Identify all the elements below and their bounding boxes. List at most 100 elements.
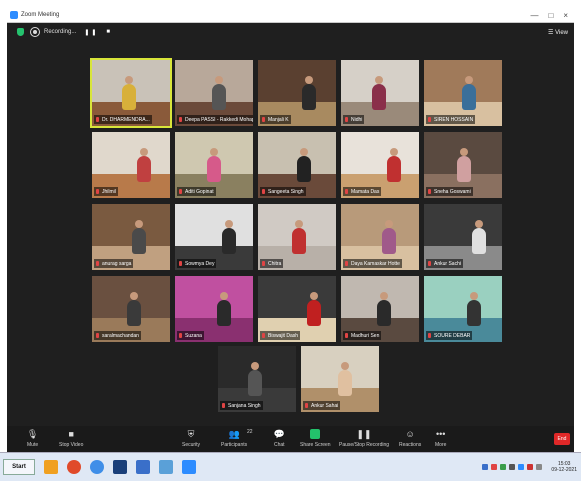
name-plate: Deepa PASSI - Rakkedi Mohap...	[177, 115, 253, 124]
participant-head	[470, 292, 478, 300]
mute-button[interactable]: 🎙 Mute	[27, 429, 38, 449]
participant-tile[interactable]: saralmachandan	[92, 276, 170, 342]
muted-mic-icon	[428, 333, 431, 338]
participant-tile[interactable]: SIREN HOSSAIN	[424, 60, 502, 126]
participant-tile[interactable]: Chitra	[258, 204, 336, 270]
zoom-app-icon	[10, 11, 18, 19]
minimize-button[interactable]: —	[530, 11, 538, 20]
stop-video-button[interactable]: ■ Stop Video	[59, 429, 83, 448]
chat-button[interactable]: 💬 Chat	[273, 428, 285, 449]
participant-figure	[382, 228, 396, 254]
tray-icon[interactable]	[482, 464, 489, 470]
participant-name: saralmachandan	[102, 332, 139, 339]
tray-icon[interactable]	[491, 464, 498, 470]
chrome-icon[interactable]	[67, 460, 81, 474]
record-icon	[30, 27, 40, 37]
participant-tile[interactable]: Aditi Gopinat	[175, 132, 253, 198]
name-plate: Sanjana Singh	[220, 401, 263, 410]
start-button[interactable]: Start	[3, 459, 35, 475]
participant-name: Ankur Sahai	[311, 402, 339, 409]
pause-recording-button[interactable]: ❚❚	[84, 29, 98, 36]
tray-icon[interactable]	[536, 464, 543, 470]
tray-icon[interactable]	[500, 464, 507, 470]
participant-tile[interactable]: Mamata Das	[341, 132, 419, 198]
muted-mic-icon	[345, 189, 348, 194]
name-plate: SIREN HOSSAIN	[426, 115, 476, 124]
name-plate: Nidhi	[343, 115, 365, 124]
participant-tile[interactable]: Sowmya Dey	[175, 204, 253, 270]
participant-tile[interactable]: Ankur Sachi	[424, 204, 502, 270]
photoshop-icon[interactable]	[113, 460, 127, 474]
reactions-icon: ☺	[405, 429, 415, 439]
participant-tile[interactable]: Jhilmil	[92, 132, 170, 198]
maximize-button[interactable]: □	[548, 11, 553, 20]
reactions-button[interactable]: ☺ Reactions	[399, 429, 421, 448]
participant-tile[interactable]: Madhuri Sen	[341, 276, 419, 342]
participant-figure	[457, 156, 471, 182]
more-button[interactable]: ••• More	[435, 429, 446, 448]
chat-icon: 💬	[273, 428, 285, 439]
participant-figure	[207, 156, 221, 182]
participant-head	[310, 292, 318, 300]
stop-recording-button[interactable]: ■	[106, 29, 112, 35]
explorer-icon[interactable]	[159, 460, 173, 474]
name-plate: Mamata Das	[343, 187, 382, 196]
participant-tile[interactable]: Sanjana Singh	[218, 346, 296, 412]
participant-tile[interactable]: Sneha Goswami	[424, 132, 502, 198]
participant-tile[interactable]: Sangeeta Singh	[258, 132, 336, 198]
participant-tile[interactable]: Nidhi	[341, 60, 419, 126]
pause-stop-recording-button[interactable]: ❚❚ Pause/Stop Recording	[339, 429, 389, 449]
participant-tile[interactable]: anurag sarga	[92, 204, 170, 270]
muted-mic-icon	[179, 189, 182, 194]
participants-button[interactable]: 👥 Participants	[221, 429, 247, 449]
more-icon: •••	[435, 429, 446, 439]
participant-tile[interactable]: Manjali K	[258, 60, 336, 126]
name-plate: Chitra	[260, 259, 284, 268]
folder-icon[interactable]	[44, 460, 58, 474]
participant-name: SIREN HOSSAIN	[434, 116, 474, 123]
share-screen-button[interactable]: Share Screen	[300, 429, 331, 448]
participant-tile[interactable]: Dr. DHARMENDRA...	[92, 60, 170, 126]
participant-figure	[372, 84, 386, 110]
close-button[interactable]: ×	[563, 11, 568, 20]
tray-icon[interactable]	[518, 464, 525, 470]
participant-name: Madhuri Sen	[351, 332, 380, 339]
participant-tile[interactable]: Suzana	[175, 276, 253, 342]
participant-figure	[137, 156, 151, 182]
view-button[interactable]: ☰ View	[548, 29, 568, 36]
tray-icon[interactable]	[527, 464, 534, 470]
participant-tile[interactable]: Daya Kamaskar Hotte	[341, 204, 419, 270]
participant-tile[interactable]: Ankur Sahai	[301, 346, 379, 412]
muted-mic-icon	[428, 261, 431, 266]
participant-figure	[217, 300, 231, 326]
participant-tile[interactable]: SOURE DEBAR	[424, 276, 502, 342]
participant-head	[130, 292, 138, 300]
participant-head	[220, 292, 228, 300]
name-plate: saralmachandan	[94, 331, 141, 340]
participant-name: Nidhi	[351, 116, 363, 123]
shield-icon[interactable]	[17, 28, 24, 36]
participant-name: Manjali K	[268, 116, 289, 123]
muted-mic-icon	[262, 117, 265, 122]
participant-name: Suzana	[185, 332, 202, 339]
participant-name: Mamata Das	[351, 188, 380, 195]
participant-name: Jhilmil	[102, 188, 116, 195]
tray-icon[interactable]	[509, 464, 516, 470]
ie-icon[interactable]	[90, 460, 104, 474]
participant-tile[interactable]: Biswajit Dash	[258, 276, 336, 342]
name-plate: Ankur Sachi	[426, 259, 463, 268]
participant-name: SOURE DEBAR	[434, 332, 471, 339]
zoom-taskbar-icon[interactable]	[182, 460, 196, 474]
security-icon: ⛨	[187, 428, 195, 439]
system-tray: 15:03 09-12-2021	[482, 461, 577, 473]
participant-name: Sneha Goswami	[434, 188, 471, 195]
word-icon[interactable]	[136, 460, 150, 474]
muted-mic-icon	[179, 333, 182, 338]
security-button[interactable]: ⛨ Security	[182, 428, 200, 449]
participant-name: Aditi Gopinat	[185, 188, 214, 195]
participant-name: Chitra	[268, 260, 282, 267]
participant-figure	[302, 84, 316, 110]
participant-tile[interactable]: Deepa PASSI - Rakkedi Mohap...	[175, 60, 253, 126]
participant-head	[460, 148, 468, 156]
participant-head	[140, 148, 148, 156]
